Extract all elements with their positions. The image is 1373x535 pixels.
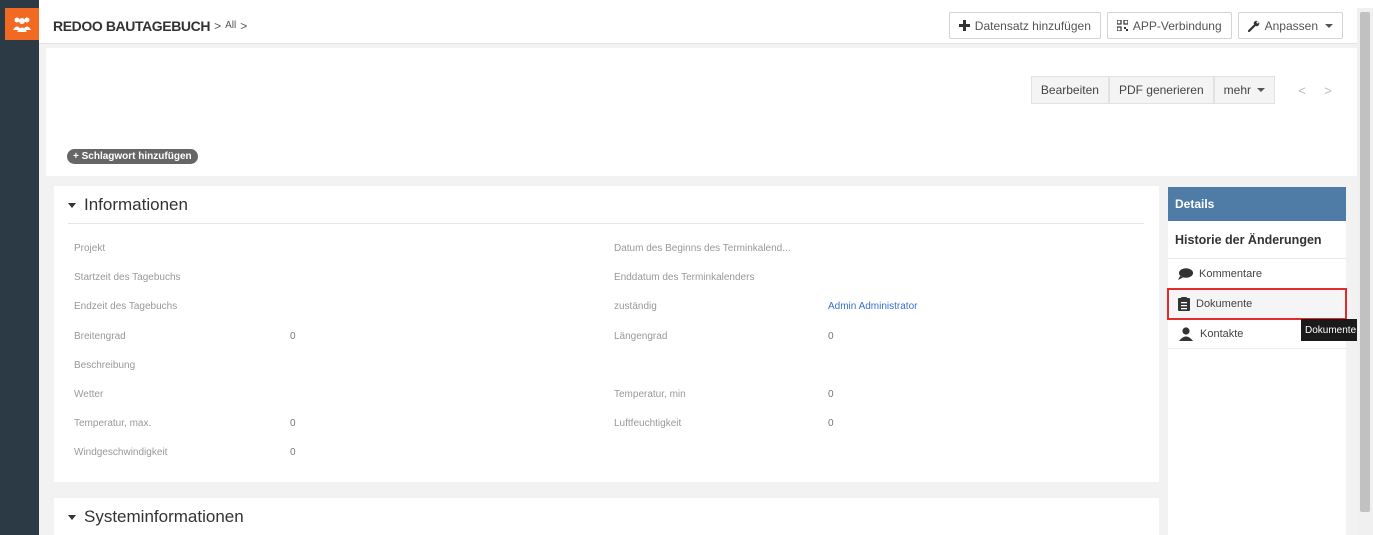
assigned-user-link[interactable]: Admin Administrator: [828, 301, 917, 312]
more-button[interactable]: mehr: [1213, 76, 1275, 104]
field-value[interactable]: 0: [290, 331, 296, 342]
customize-button[interactable]: Anpassen: [1237, 12, 1343, 39]
record-actions: Bearbeiten PDF generieren mehr < >: [1030, 76, 1341, 104]
field-label: Wetter: [74, 389, 104, 400]
contact-icon: [1179, 326, 1193, 341]
record-header: Bearbeiten PDF generieren mehr < > + Sch…: [46, 48, 1357, 176]
add-record-button[interactable]: Datensatz hinzufügen: [948, 12, 1101, 39]
chevron-down-icon: [1325, 23, 1333, 28]
breadcrumb-separator: >: [214, 18, 222, 33]
chevron-down-icon: [1257, 88, 1265, 92]
field-label: Projekt: [74, 243, 106, 254]
field-value[interactable]: 0: [290, 447, 296, 458]
related-comments-label: Kommentare: [1199, 267, 1262, 280]
field-label: Temperatur, max.: [74, 418, 152, 429]
related-comments[interactable]: Kommentare: [1168, 259, 1346, 289]
field-label: zuständig: [614, 301, 657, 312]
field-label: Luftfeuchtigkeit: [614, 418, 682, 429]
document-icon: [1178, 296, 1190, 311]
system-information-toggle[interactable]: Systeminformationen: [68, 507, 244, 527]
app-sidebar: [0, 0, 39, 535]
related-panel: Details Historie der Änderungen Kommenta…: [1167, 187, 1347, 535]
system-information-title: Systeminformationen: [84, 507, 244, 526]
edit-button[interactable]: Bearbeiten: [1030, 76, 1109, 104]
app-connection-label: APP-Verbindung: [1132, 18, 1222, 33]
field-label: Längengrad: [614, 331, 668, 342]
plus-icon: [958, 20, 970, 31]
record-navigation: < >: [1289, 76, 1341, 104]
field-label: Beschreibung: [74, 360, 136, 371]
field-label: Datum des Beginns des Terminkalend...: [614, 243, 791, 254]
tooltip: Dokumente: [1301, 319, 1361, 341]
breadcrumb-all[interactable]: All: [225, 20, 236, 31]
qr-code-icon: [1116, 20, 1128, 31]
add-record-label: Datensatz hinzufügen: [974, 18, 1091, 33]
field-label: Endzeit des Tagebuchs: [74, 301, 178, 312]
field-value[interactable]: 0: [290, 418, 296, 429]
related-contacts-label: Kontakte: [1200, 327, 1244, 340]
field-label: Breitengrad: [74, 331, 126, 342]
wrench-icon: [1247, 20, 1259, 32]
scrollbar-thumb[interactable]: [1360, 12, 1370, 512]
related-documents[interactable]: Dokumente: [1167, 288, 1347, 320]
caret-down-icon: [68, 514, 76, 520]
system-information-block: Systeminformationen: [54, 498, 1159, 535]
information-title: Informationen: [84, 195, 188, 214]
pdf-generate-button[interactable]: PDF generieren: [1108, 76, 1214, 104]
tab-details[interactable]: Details: [1168, 187, 1346, 221]
scrollbar[interactable]: [1357, 8, 1373, 535]
next-record-button[interactable]: >: [1315, 76, 1341, 104]
field-label: Windgeschwindigkeit: [74, 447, 168, 458]
information-toggle[interactable]: Informationen: [68, 195, 188, 215]
app-logo-icon[interactable]: [5, 8, 39, 40]
top-actions: Datensatz hinzufügen APP-Verbindung Anpa…: [948, 12, 1343, 39]
field-label: Temperatur, min: [614, 389, 686, 400]
module-title[interactable]: REDOO BAUTAGEBUCH: [53, 18, 210, 34]
comment-icon: [1178, 267, 1193, 280]
top-bar: REDOO BAUTAGEBUCH > All > Datensatz hinz…: [39, 8, 1357, 44]
customize-label: Anpassen: [1264, 18, 1318, 33]
field-label: Enddatum des Terminkalenders: [614, 272, 755, 283]
field-value[interactable]: 0: [828, 418, 834, 429]
previous-record-button[interactable]: <: [1289, 76, 1315, 104]
app-connection-button[interactable]: APP-Verbindung: [1106, 12, 1232, 39]
breadcrumb-separator-2: >: [240, 18, 248, 33]
tab-history[interactable]: Historie der Änderungen: [1168, 221, 1346, 259]
caret-down-icon: [68, 202, 76, 208]
field-label: Startzeit des Tagebuchs: [74, 272, 181, 283]
related-documents-label: Dokumente: [1196, 297, 1253, 310]
add-tag-button[interactable]: + Schlagwort hinzufügen: [67, 149, 198, 164]
more-label: mehr: [1223, 83, 1251, 97]
divider: [68, 223, 1144, 224]
field-value[interactable]: 0: [828, 331, 834, 342]
field-value[interactable]: 0: [828, 389, 834, 400]
information-block: Informationen Projekt Startzeit des Tage…: [54, 186, 1159, 482]
